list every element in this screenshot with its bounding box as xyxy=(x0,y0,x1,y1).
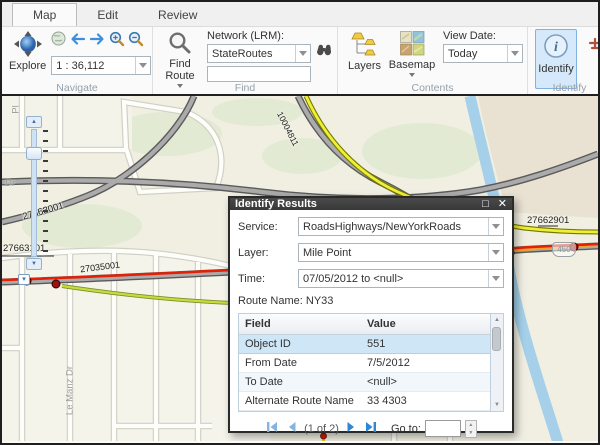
street-label-le-manz-dr: Le Manz Dr xyxy=(65,356,76,426)
identify-route-location-icon[interactable]: i xyxy=(587,34,600,57)
goto-spinner[interactable]: ▲ ▼ xyxy=(465,420,477,438)
ribbon: Map Edit Review xyxy=(2,2,598,94)
zoom-in-icon[interactable] xyxy=(109,31,125,52)
table-row[interactable]: To Date<null> xyxy=(239,372,490,391)
binoculars-icon[interactable] xyxy=(315,44,333,63)
first-page-button[interactable] xyxy=(265,421,279,436)
network-lrm-combobox[interactable]: StateRoutes xyxy=(207,44,311,63)
layer-combobox[interactable]: Mile Point xyxy=(298,243,504,262)
tab-map[interactable]: Map xyxy=(12,3,77,26)
table-row[interactable]: From Date7/5/2012 xyxy=(239,353,490,372)
service-combobox[interactable]: RoadsHighways/NewYorkRoads xyxy=(298,217,504,236)
tab-edit[interactable]: Edit xyxy=(77,4,138,26)
pagination-bar: (1 of 2) Go to: ▲ ▼ xyxy=(238,420,504,438)
results-table: FieldValue Object ID551From Date7/5/2012… xyxy=(238,313,504,412)
spin-up-icon: ▲ xyxy=(466,421,476,429)
layers-tree-icon xyxy=(351,31,378,60)
route-label-27662901: 27662901 xyxy=(527,215,569,226)
explore-button[interactable]: Explore xyxy=(6,29,49,74)
group-find: Find Route Network (LRM): StateRoutes xyxy=(153,27,338,94)
page-indicator: (1 of 2) xyxy=(304,423,339,435)
time-combobox[interactable]: 07/05/2012 to <null> xyxy=(298,269,504,288)
previous-extent-icon[interactable] xyxy=(69,32,86,51)
goto-label: Go to: xyxy=(391,423,421,435)
network-lrm-label: Network (LRM): xyxy=(207,30,333,42)
close-icon[interactable]: ✕ xyxy=(498,199,507,210)
street-label-pl: Pl xyxy=(11,105,22,113)
reference-marker-icon: ▾ xyxy=(18,274,30,285)
explore-compass-icon xyxy=(14,31,42,60)
time-label: Time: xyxy=(238,273,298,285)
table-header-cell[interactable]: Value xyxy=(361,314,490,334)
group-contents: Layers xyxy=(338,27,528,94)
chevron-down-icon[interactable] xyxy=(295,45,310,62)
zoom-slider-thumb[interactable] xyxy=(26,147,42,160)
service-label: Service: xyxy=(238,221,298,233)
route-input[interactable] xyxy=(207,66,311,82)
previous-page-button[interactable] xyxy=(286,421,297,436)
table-row[interactable]: Alternate Route Name33 4303 xyxy=(239,391,490,410)
identify-button[interactable]: i Identify xyxy=(535,29,577,89)
zoom-slider-down-button[interactable]: ▼ xyxy=(26,258,42,270)
basemap-menu-arrow-icon[interactable] xyxy=(409,73,415,77)
maximize-icon[interactable]: □ xyxy=(482,199,489,210)
chevron-down-icon[interactable] xyxy=(488,270,503,287)
chevron-down-icon[interactable] xyxy=(488,244,503,261)
basemap-tiles-icon xyxy=(400,31,425,59)
scroll-up-icon[interactable]: ▲ xyxy=(491,315,503,325)
table-scrollbar[interactable]: ▲ ▼ xyxy=(490,314,503,411)
route-shield-icon: 450 xyxy=(552,242,576,257)
table-header-cell[interactable]: Field xyxy=(239,314,361,334)
group-navigate: Explore xyxy=(2,27,153,94)
dialog-titlebar[interactable]: Identify Results □ ✕ xyxy=(230,198,512,210)
spin-down-icon: ▼ xyxy=(466,429,476,437)
zoom-slider-up-button[interactable]: ▲ xyxy=(26,116,42,128)
identify-info-icon: i xyxy=(542,32,570,63)
tab-review[interactable]: Review xyxy=(138,4,217,26)
street-label-dr: Dr xyxy=(5,178,15,189)
chevron-down-icon[interactable] xyxy=(488,218,503,235)
view-date-combobox[interactable]: Today xyxy=(443,44,523,63)
route-name-text: Route Name: NY33 xyxy=(238,295,504,307)
identify-results-dialog: Identify Results □ ✕ Service: RoadsHighw… xyxy=(228,196,514,433)
svg-text:i: i xyxy=(554,40,558,55)
chevron-down-icon[interactable] xyxy=(135,57,150,74)
last-page-button[interactable] xyxy=(364,421,378,436)
map-viewport[interactable]: 27663001 27663101 27662901 27035001 1000… xyxy=(2,94,598,441)
scroll-down-icon[interactable]: ▼ xyxy=(491,400,503,410)
view-date-label: View Date: xyxy=(443,30,523,42)
application-window: Map Edit Review xyxy=(0,0,600,445)
find-route-magnifier-icon xyxy=(168,31,192,58)
zoom-slider-ticks xyxy=(43,130,48,252)
next-page-button[interactable] xyxy=(346,421,357,436)
basemap-button[interactable]: Basemap xyxy=(387,29,437,79)
next-extent-icon[interactable] xyxy=(89,32,106,51)
zoom-out-icon[interactable] xyxy=(128,31,144,52)
dialog-title: Identify Results xyxy=(235,198,317,210)
table-header-row: FieldValue xyxy=(239,314,490,334)
scrollbar-thumb[interactable] xyxy=(492,327,501,351)
chevron-down-icon[interactable] xyxy=(507,45,522,62)
layers-button[interactable]: Layers xyxy=(342,29,387,74)
full-extent-globe-icon[interactable] xyxy=(51,31,66,51)
group-identify: i Identify i Identify xyxy=(528,27,600,94)
table-row[interactable]: Object ID551 xyxy=(239,334,490,353)
goto-page-input[interactable] xyxy=(425,420,461,437)
ribbon-tabbar: Map Edit Review xyxy=(2,2,598,27)
results-table-body: Object ID551From Date7/5/2012To Date<nul… xyxy=(239,334,490,410)
map-scale-combobox[interactable]: 1 : 36,112 xyxy=(51,56,151,75)
layer-label: Layer: xyxy=(238,247,298,259)
